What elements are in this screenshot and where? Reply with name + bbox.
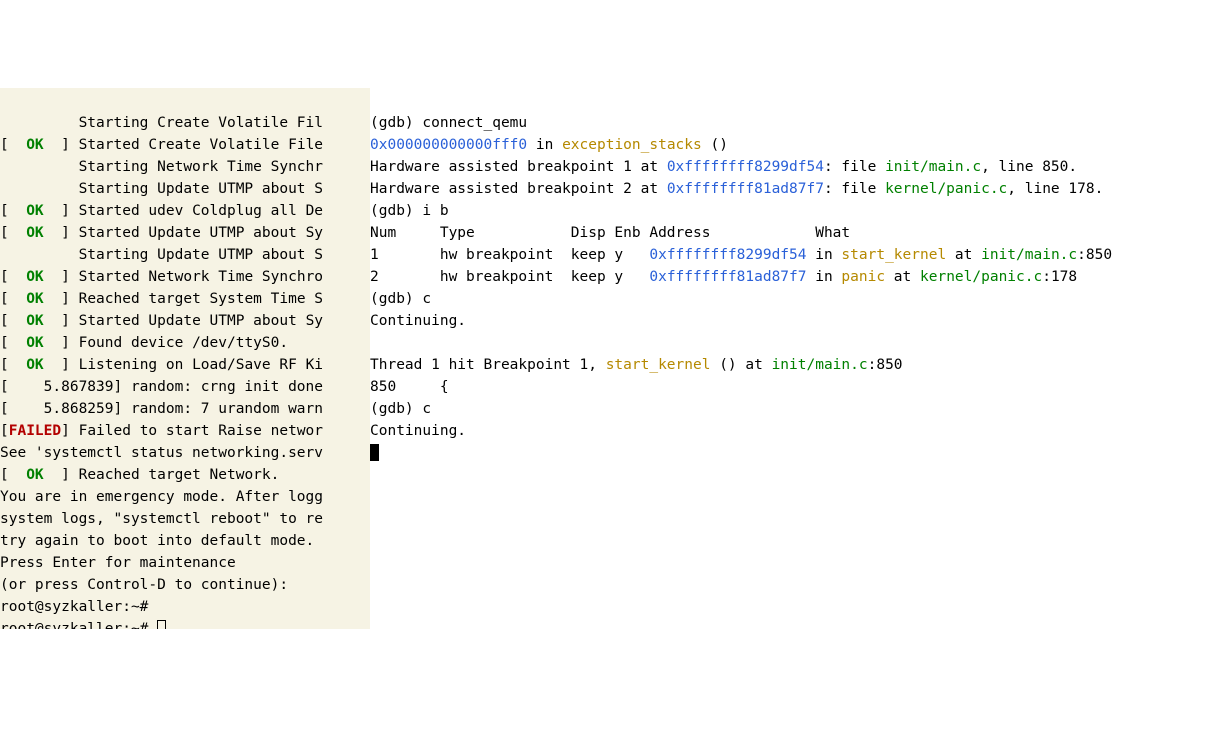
emergency-msg: try again to boot into default mode. [0,533,314,549]
address: 0xffffffff81ad87f7 [649,269,806,285]
bracket: [ [0,467,26,483]
text: at [885,269,920,285]
symbol: panic [841,269,885,285]
status-ok: OK [26,357,43,373]
bracket: [ [0,423,9,439]
file-path: init/main.c [885,159,981,175]
gdb-console[interactable]: (gdb) connect_qemu 0x000000000000fff0 in… [370,88,1224,629]
status-ok: OK [26,335,43,351]
status-ok: OK [26,269,43,285]
bracket: [ [0,313,26,329]
text: in [527,137,562,153]
text: :850 [868,357,903,373]
address: 0xffffffff81ad87f7 [667,181,824,197]
cursor-icon [157,620,166,629]
table-row: 2 hw breakpoint keep y [370,269,649,285]
symbol: exception_stacks [562,137,702,153]
boot-line: ] Started udev Coldplug all De [44,203,323,219]
symbol: start_kernel [606,357,711,373]
address: 0x000000000000fff0 [370,137,527,153]
status-ok: OK [26,291,43,307]
address: 0xffffffff8299df54 [667,159,824,175]
boot-line: ] Reached target System Time S [44,291,323,307]
text: in [807,269,842,285]
boot-line: ] Reached target Network. [44,467,280,483]
gdb-prompt-line: (gdb) i b [370,203,449,219]
kernel-log-line: [ 5.867839] random: crng init done [0,379,323,395]
status-ok: OK [26,203,43,219]
emergency-msg: Press Enter for maintenance [0,555,236,571]
text: in [807,247,842,263]
bracket: [ [0,291,26,307]
file-path: init/main.c [772,357,868,373]
boot-line: Starting Update UTMP about S [0,247,323,263]
text: :850 [1077,247,1112,263]
gdb-prompt-line: (gdb) c [370,401,431,417]
text: , line 178. [1007,181,1103,197]
bracket: [ [0,137,26,153]
split-view: Starting Create Volatile Fil [ OK ] Star… [0,88,1224,629]
gdb-output: Continuing. [370,423,466,439]
boot-line: ] Started Update UTMP about Sy [44,225,323,241]
text: Hardware assisted breakpoint 2 at [370,181,667,197]
gdb-output: Continuing. [370,313,466,329]
boot-line: Starting Create Volatile Fil [0,115,323,131]
bracket: [ [0,335,26,351]
shell-prompt: root@syzkaller:~# [0,599,148,615]
emergency-msg: (or press Control-D to continue): [0,577,288,593]
boot-line: ] Started Create Volatile File [44,137,323,153]
status-ok: OK [26,313,43,329]
source-line: 850 { [370,379,449,395]
text: at [946,247,981,263]
file-path: init/main.c [981,247,1077,263]
boot-line: ] Started Update UTMP about Sy [44,313,323,329]
gdb-prompt-line: (gdb) c [370,291,431,307]
text: () [702,137,728,153]
boot-line: ] Started Network Time Synchro [44,269,323,285]
text: :178 [1042,269,1077,285]
cursor-icon [370,444,379,461]
status-ok: OK [26,225,43,241]
text: : file [824,181,885,197]
text: Hardware assisted breakpoint 1 at [370,159,667,175]
status-ok: OK [26,137,43,153]
boot-line: Starting Update UTMP about S [0,181,323,197]
bracket: [ [0,269,26,285]
table-row: 1 hw breakpoint keep y [370,247,649,263]
boot-line: Starting Network Time Synchr [0,159,323,175]
text: () at [710,357,771,373]
emergency-msg: You are in emergency mode. After logg [0,489,323,505]
boot-console[interactable]: Starting Create Volatile Fil [ OK ] Star… [0,88,370,629]
file-path: kernel/panic.c [885,181,1007,197]
address: 0xffffffff8299df54 [649,247,806,263]
bracket: [ [0,357,26,373]
text: : file [824,159,885,175]
gdb-prompt-line: (gdb) connect_qemu [370,115,527,131]
kernel-log-line: [ 5.868259] random: 7 urandom warn [0,401,323,417]
bracket: [ [0,203,26,219]
file-path: kernel/panic.c [920,269,1042,285]
bracket: [ [0,225,26,241]
boot-line: ] Listening on Load/Save RF Ki [44,357,323,373]
shell-prompt[interactable]: root@syzkaller:~# [0,621,157,629]
status-ok: OK [26,467,43,483]
text: Thread 1 hit Breakpoint 1, [370,357,606,373]
boot-line: ] Found device /dev/ttyS0. [44,335,288,351]
text: , line 850. [981,159,1077,175]
status-failed: FAILED [9,423,61,439]
table-header: Num Type Disp Enb Address What [370,225,850,241]
boot-line: ] Failed to start Raise networ [61,423,323,439]
symbol: start_kernel [841,247,946,263]
boot-line: See 'systemctl status networking.serv [0,445,323,461]
emergency-msg: system logs, "systemctl reboot" to re [0,511,323,527]
